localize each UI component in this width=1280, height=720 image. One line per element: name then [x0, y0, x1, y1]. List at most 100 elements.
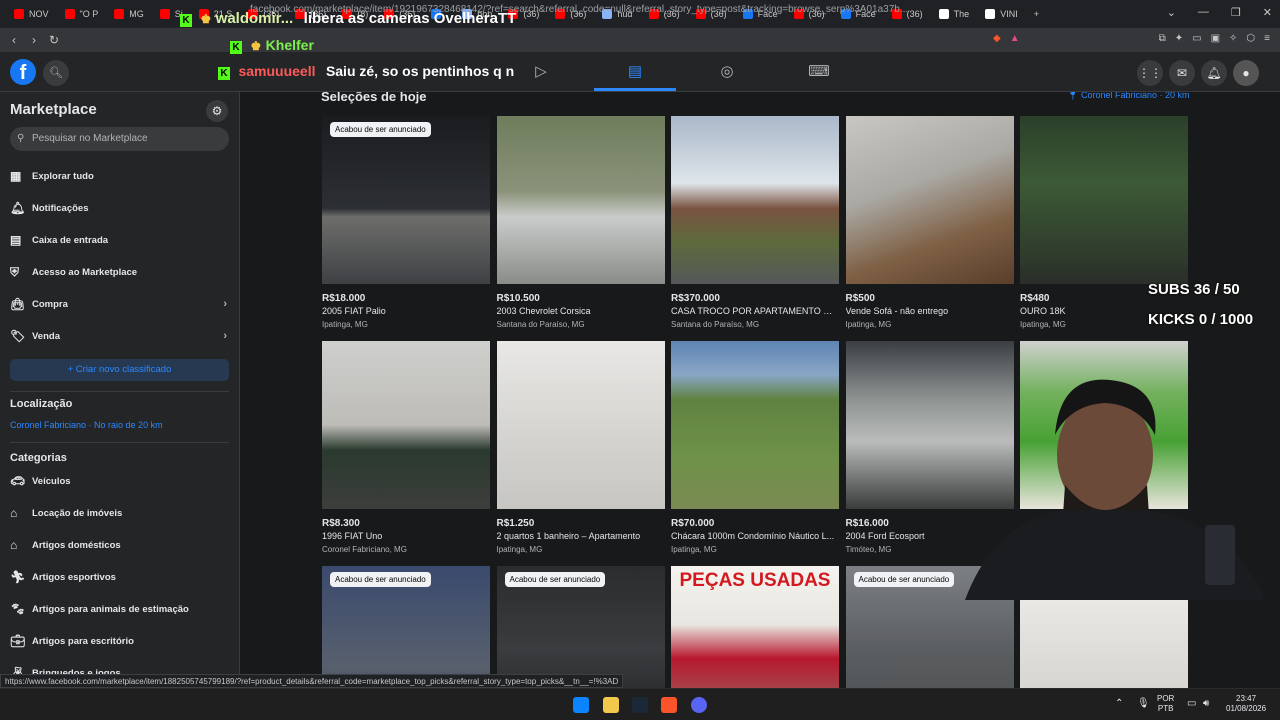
start-icon[interactable] [573, 697, 589, 713]
new-listing-badge: Acabou de ser anunciado [330, 572, 431, 587]
listing-price: R$500 [845, 293, 875, 304]
tab-label: VINI [1000, 9, 1018, 19]
sidebar-item[interactable]: 🏷︎ Venda › [10, 324, 229, 348]
volume-icon[interactable]: 🔊︎ [1203, 699, 1209, 709]
listing-card[interactable]: R$500 Vende Sofá - não entrego Ipatinga, M… [845, 116, 1014, 329]
tray-chevron-icon[interactable]: ⌃ [1115, 699, 1123, 709]
listing-card[interactable]: PEÇAS USADAS [671, 566, 839, 688]
brave-shield-icon[interactable]: ◆ [993, 33, 1001, 44]
clock[interactable]: 23:47 01/08/2026 [1226, 694, 1266, 714]
steam-icon[interactable] [632, 697, 648, 713]
sidebar-item[interactable]: 👜︎ Compra › [10, 292, 229, 316]
bag-icon: 👜︎ [10, 297, 26, 311]
chat-user: waldomir... [215, 10, 294, 27]
marketplace-search-input[interactable]: ⚲ Pesquisar no Marketplace [10, 127, 229, 151]
listing-photo[interactable] [322, 341, 490, 509]
listing-card[interactable]: R$370.000 CASA TROCO POR APARTAMENTO OU .… [671, 116, 839, 329]
listing-photo[interactable]: Acabou de ser anunciado [322, 116, 490, 284]
category-item[interactable]: 🚗︎ Veículos [10, 469, 229, 493]
new-tab-button[interactable]: + [1026, 0, 1047, 28]
search-icon[interactable]: 🔍︎ [43, 60, 69, 86]
brave-browser-icon[interactable] [661, 697, 677, 713]
listing-title: CASA TROCO POR APARTAMENTO OU ... [671, 306, 839, 316]
listing-photo[interactable]: PEÇAS USADAS [671, 566, 839, 688]
listing-photo[interactable]: Acabou de ser anunciado [322, 566, 490, 688]
browser-tab[interactable]: VINI [977, 0, 1026, 28]
listing-photo[interactable] [496, 116, 665, 284]
menu-grid-icon[interactable]: ⋮⋮ [1137, 60, 1163, 86]
listing-photo[interactable] [1020, 116, 1188, 284]
profile-avatar[interactable]: ● [1233, 60, 1259, 86]
sidebar-icon[interactable]: ▭ [1192, 33, 1201, 44]
link-status-bar: https://www.facebook.com/marketplace/ite… [0, 674, 624, 688]
category-label: Artigos esportivos [32, 571, 116, 583]
listing-card[interactable]: R$1.250 2 quartos 1 banheiro – Apartament… [496, 341, 665, 554]
browser-tab[interactable]: MG [106, 0, 152, 28]
close-icon[interactable]: ✕ [1263, 6, 1272, 19]
listing-card[interactable]: Acabou de ser anunciado [322, 566, 490, 688]
category-item[interactable]: 💼︎ Artigos para escritório [10, 629, 229, 653]
back-icon[interactable]: ‹ [4, 33, 24, 47]
language-indicator[interactable]: POR PTB [1157, 694, 1174, 714]
window-controls: ⌄ — ❐ ✕ [1167, 6, 1272, 19]
chat-text: libera as cameras OvelheraTT [303, 10, 517, 27]
crown-icon: ♚ [250, 39, 262, 53]
feed-location-link[interactable]: 📍︎ Coronel Fabriciano · 20 km [1067, 92, 1190, 101]
listing-card[interactable]: R$10.500 2003 Chevrolet Corsica Santana do… [496, 116, 665, 329]
create-listing-button[interactable]: + Criar novo classificado [10, 359, 229, 381]
video-nav-icon[interactable]: ▷ [530, 62, 552, 82]
listing-photo[interactable] [496, 341, 665, 509]
groups-nav-icon[interactable]: ◎ [716, 62, 738, 82]
extension-icon[interactable]: ⧉ [1159, 33, 1166, 44]
browser-tab[interactable]: NOV [6, 0, 57, 28]
minimize-icon[interactable]: — [1198, 6, 1209, 19]
listing-price: R$1.250 [496, 518, 535, 529]
category-item[interactable]: ⌂ Locação de imóveis [10, 501, 229, 525]
puzzle-icon[interactable]: ✦ [1175, 33, 1183, 44]
clock-time: 23:47 [1236, 694, 1257, 703]
browser-tab[interactable]: "O P [57, 0, 107, 28]
listing-card[interactable]: Acabou de ser anunciado [496, 566, 665, 688]
brave-rewards-icon[interactable]: ▲ [1010, 33, 1020, 44]
menu-icon[interactable]: ≡ [1264, 33, 1270, 44]
car-icon: 🚗︎ [10, 474, 26, 488]
location-link[interactable]: Coronel Fabriciano · No raio de 20 km [10, 420, 163, 430]
category-item[interactable]: 🏃︎ Artigos esportivos [10, 565, 229, 589]
listing-card[interactable]: R$70.000 Chácara 1000m Condomínio Náutico… [671, 341, 839, 554]
notifications-icon[interactable]: 🔔︎ [1201, 60, 1227, 86]
sidebar-item[interactable]: ▤ Caixa de entrada [10, 228, 229, 252]
listing-price: R$18.000 [322, 293, 366, 304]
sidebar-item[interactable]: ▦ Explorar tudo [10, 164, 229, 188]
listing-photo[interactable] [671, 341, 839, 509]
listing-card[interactable]: Acabou de ser anunciado R$18.000 2005 FIAT… [322, 116, 490, 329]
gaming-nav-icon[interactable]: ⌨ [808, 62, 830, 82]
listing-photo[interactable] [845, 116, 1014, 284]
tab-search-icon[interactable]: ⌄ [1167, 6, 1176, 19]
messenger-icon[interactable]: ✉ [1169, 60, 1195, 86]
maximize-icon[interactable]: ❐ [1231, 6, 1241, 19]
sidebar-item[interactable]: ⛨ Acesso ao Marketplace [10, 260, 229, 284]
vpn-icon[interactable]: ⬡ [1246, 33, 1255, 44]
wallet-icon[interactable]: ▣ [1211, 33, 1220, 44]
listing-city: Ipatinga, MG [671, 545, 717, 554]
app-icon[interactable] [691, 697, 707, 713]
marketplace-nav-icon[interactable]: ▤ [624, 62, 646, 82]
facebook-logo-icon[interactable]: f [10, 59, 36, 85]
listing-photo[interactable]: Acabou de ser anunciado [496, 566, 665, 688]
leo-icon[interactable]: ✧ [1229, 33, 1237, 44]
network-icon[interactable]: ▭ [1187, 699, 1196, 709]
sidebar-item[interactable]: 🔔︎ Notificações [10, 196, 229, 220]
category-item[interactable]: 🐾︎ Artigos para animais de estimação [10, 597, 229, 621]
pin-icon: 📍︎ [1067, 92, 1079, 100]
microphone-icon[interactable]: 🎙︎ [1137, 699, 1150, 709]
listing-card[interactable]: R$8.300 1996 FIAT Uno Coronel Fabriciano, … [322, 341, 490, 554]
kicks-goal: KICKS 0 / 1000 [1148, 311, 1254, 328]
reload-icon[interactable]: ↻ [44, 33, 64, 47]
file-explorer-icon[interactable] [603, 697, 619, 713]
divider [10, 442, 229, 443]
listing-photo[interactable] [671, 116, 839, 284]
settings-gear-icon[interactable]: ⚙ [206, 100, 228, 122]
chat-message: K ♚ Khelfer [230, 37, 314, 55]
category-item[interactable]: ⌂ Artigos domésticos [10, 533, 229, 557]
forward-icon[interactable]: › [24, 33, 44, 47]
